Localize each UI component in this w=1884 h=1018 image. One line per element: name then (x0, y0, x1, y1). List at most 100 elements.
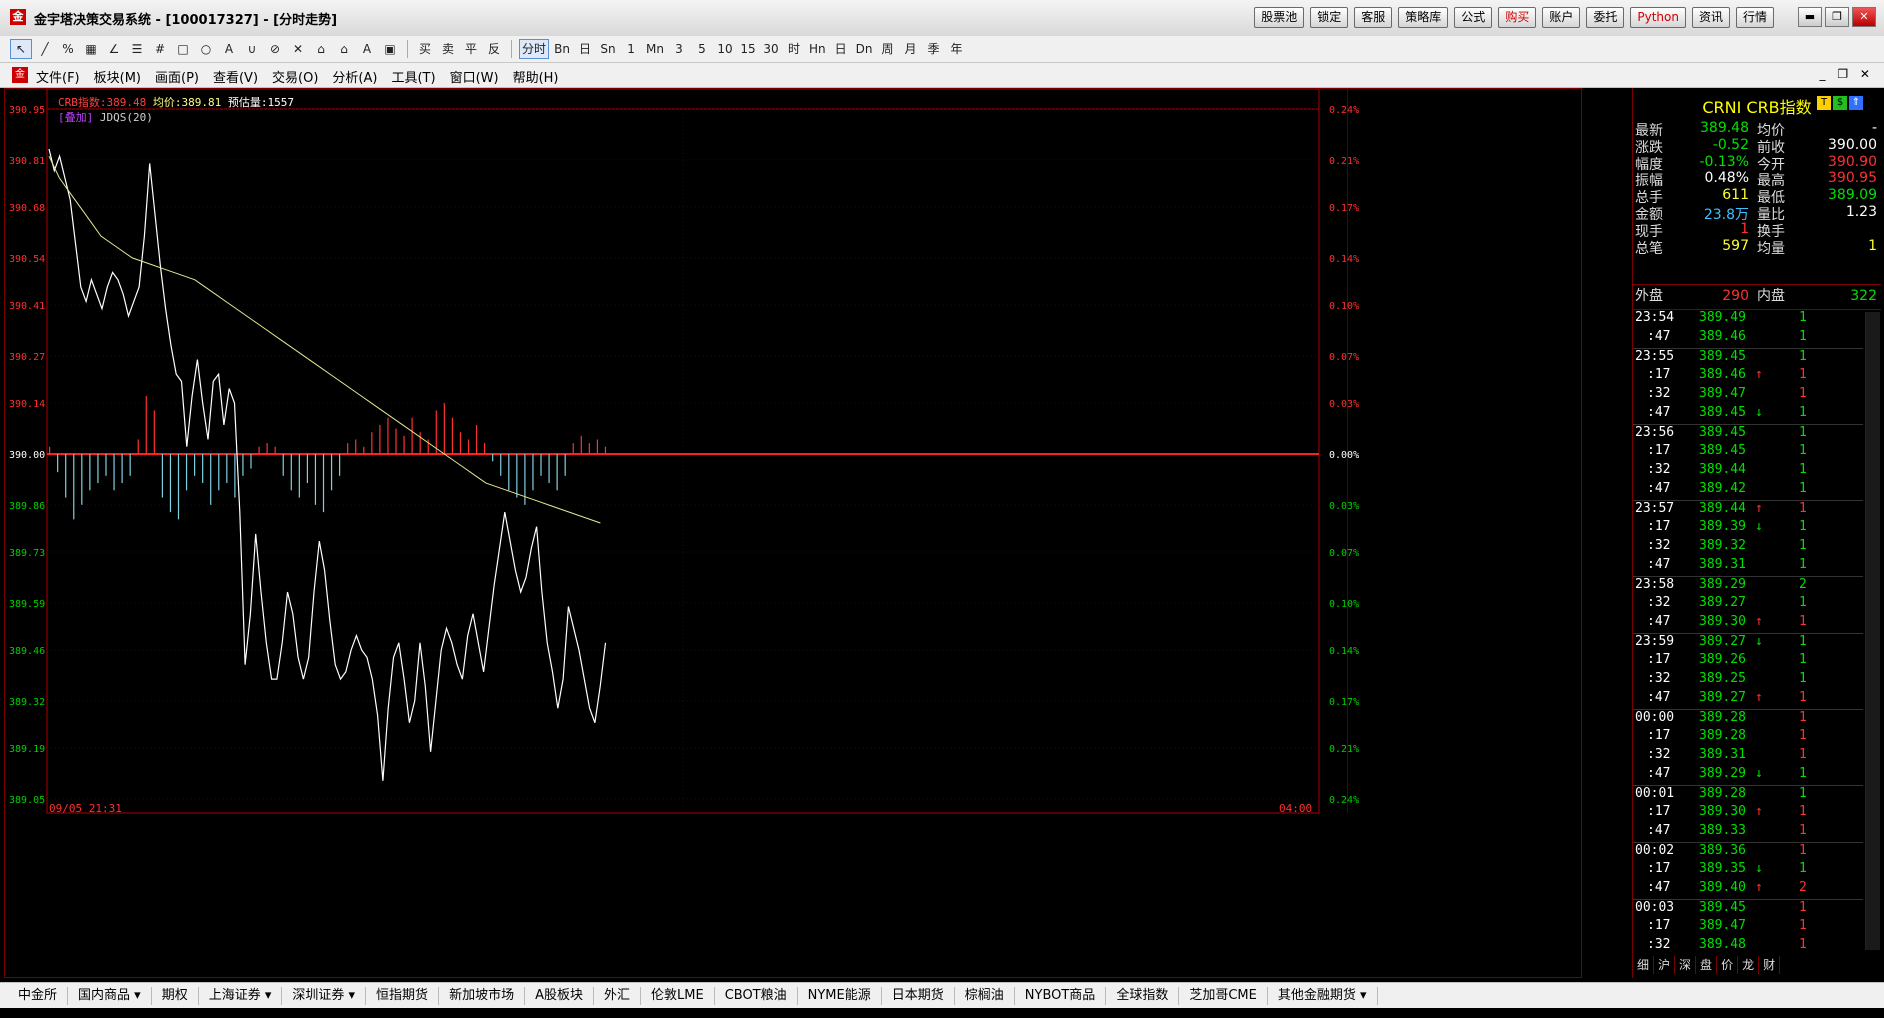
market-tab-3[interactable]: 上海证券 ▾ (199, 987, 283, 1005)
menu-item-2[interactable]: 画面(P) (155, 67, 199, 86)
menu-item-6[interactable]: 工具(T) (391, 67, 435, 86)
tick-row[interactable]: :47 389.42 1 (1633, 481, 1863, 500)
tick-row[interactable]: :32 389.25 1 (1633, 671, 1863, 690)
market-tab-16[interactable]: 芝加哥CME (1179, 987, 1268, 1005)
maximize-button[interactable]: ❐ (1825, 7, 1849, 27)
menu-item-1[interactable]: 板块(M) (94, 67, 141, 86)
tool-icon-5[interactable]: ☰ (127, 40, 147, 58)
tick-row[interactable]: :47 389.31 1 (1633, 557, 1863, 576)
market-tab-13[interactable]: 棕榈油 (955, 987, 1015, 1005)
quote-tab-4[interactable]: 价 (1717, 956, 1739, 974)
tick-row[interactable]: :17 389.46 ↑ 1 (1633, 367, 1863, 386)
tick-row[interactable]: :47 389.46 1 (1633, 329, 1863, 348)
menu-item-8[interactable]: 帮助(H) (513, 67, 559, 86)
menu-item-5[interactable]: 分析(A) (332, 67, 377, 86)
close-button[interactable]: ✕ (1852, 7, 1876, 27)
tick-row[interactable]: :32 389.32 1 (1633, 538, 1863, 557)
period-button-15[interactable]: 周 (877, 40, 897, 58)
period-button-13[interactable]: 日 (831, 40, 851, 58)
tick-row[interactable]: :17 389.30 ↑ 1 (1633, 804, 1863, 823)
menu-item-0[interactable]: 文件(F) (36, 67, 80, 86)
quote-tab-3[interactable]: 盘 (1696, 956, 1718, 974)
intraday-chart[interactable]: 390.95 0.24% 390.81 0.21% 390.68 0.17% 390.54 0… (4, 88, 1582, 978)
quote-tab-5[interactable]: 龙 (1738, 956, 1760, 974)
period-button-0[interactable]: 分时 (519, 39, 550, 59)
title-button-10[interactable]: 行情 (1735, 7, 1774, 28)
tick-row[interactable]: 23:55 389.45 1 (1633, 348, 1863, 368)
market-tab-15[interactable]: 全球指数 (1106, 987, 1180, 1005)
minimize-button[interactable]: ▬ (1798, 7, 1822, 27)
period-button-17[interactable]: 季 (923, 40, 943, 58)
tick-row[interactable]: 00:00 389.28 1 (1633, 709, 1863, 729)
title-button-7[interactable]: 委托 (1586, 7, 1625, 28)
market-tab-12[interactable]: 日本期货 (882, 987, 955, 1005)
tool-icon-13[interactable]: ⌂ (311, 40, 331, 58)
period-button-2[interactable]: 日 (575, 40, 595, 58)
title-button-4[interactable]: 公式 (1454, 7, 1493, 28)
tick-row[interactable]: :47 389.27 ↑ 1 (1633, 690, 1863, 709)
tool-icon-16[interactable]: ▣ (380, 40, 400, 58)
tool-icon-9[interactable]: A (219, 40, 239, 58)
market-tab-1[interactable]: 国内商品 ▾ (68, 987, 152, 1005)
tick-row[interactable]: :17 389.45 1 (1633, 443, 1863, 462)
menu-item-4[interactable]: 交易(O) (272, 67, 318, 86)
t-icon[interactable]: T (1817, 96, 1831, 110)
tool-icon-14[interactable]: ⌂ (334, 40, 354, 58)
tick-row[interactable]: 23:58 389.29 2 (1633, 576, 1863, 596)
tool-icon-12[interactable]: ✕ (288, 40, 308, 58)
tick-row[interactable]: :17 389.39 ↓ 1 (1633, 519, 1863, 538)
market-tab-9[interactable]: 伦敦LME (641, 987, 715, 1005)
market-tab-2[interactable]: 期权 (152, 987, 199, 1005)
title-button-6[interactable]: 账户 (1542, 7, 1581, 28)
menu-item-7[interactable]: 窗口(W) (450, 67, 499, 86)
title-button-8[interactable]: Python (1630, 7, 1686, 28)
tick-list[interactable]: 23:54 389.49 1:47 389.46 1 23:55 389.45 1:17 389… (1633, 310, 1881, 952)
period-button-1[interactable]: Bn (552, 40, 572, 58)
tick-row[interactable]: 00:01 389.28 1 (1633, 785, 1863, 805)
period-button-6[interactable]: 3 (669, 40, 689, 58)
period-button-14[interactable]: Dn (854, 40, 875, 58)
title-button-3[interactable]: 策略库 (1398, 7, 1449, 28)
tick-row[interactable]: 23:59 389.27 ↓ 1 (1633, 633, 1863, 653)
tool-icon-2[interactable]: % (58, 40, 78, 58)
period-button-18[interactable]: 年 (946, 40, 966, 58)
period-button-5[interactable]: Mn (644, 40, 666, 58)
market-tab-0[interactable]: 中金所 (8, 987, 69, 1005)
tick-row[interactable]: :32 389.47 1 (1633, 386, 1863, 405)
tick-row[interactable]: :32 389.48 1 (1633, 937, 1863, 956)
tick-row[interactable]: :17 389.47 1 (1633, 918, 1863, 937)
tool-icon-11[interactable]: ⊘ (265, 40, 285, 58)
market-tab-14[interactable]: NYBOT商品 (1015, 987, 1107, 1005)
tool-icon-1[interactable]: ╱ (35, 40, 55, 58)
market-tab-5[interactable]: 恒指期货 (366, 987, 440, 1005)
period-button-8[interactable]: 10 (715, 40, 735, 58)
tick-row[interactable]: :32 389.44 1 (1633, 462, 1863, 481)
trade-action-3[interactable]: 反 (484, 40, 504, 58)
s-icon[interactable]: $ (1833, 96, 1847, 110)
title-button-5[interactable]: 购买 (1498, 7, 1537, 28)
trade-action-1[interactable]: 卖 (438, 40, 458, 58)
tick-row[interactable]: :47 389.30 ↑ 1 (1633, 614, 1863, 633)
tick-scrollbar[interactable] (1865, 312, 1880, 950)
period-button-3[interactable]: Sn (598, 40, 618, 58)
tool-icon-4[interactable]: ∠ (104, 40, 124, 58)
period-button-9[interactable]: 15 (738, 40, 758, 58)
quote-tab-1[interactable]: 沪 (1654, 956, 1676, 974)
tick-row[interactable]: :17 389.26 1 (1633, 652, 1863, 671)
title-button-9[interactable]: 资讯 (1691, 7, 1730, 28)
quote-tab-2[interactable]: 深 (1675, 956, 1697, 974)
period-button-16[interactable]: 月 (900, 40, 920, 58)
title-button-2[interactable]: 客服 (1354, 7, 1393, 28)
tick-row[interactable]: :47 389.33 1 (1633, 823, 1863, 842)
tool-icon-7[interactable]: □ (173, 40, 193, 58)
tick-row[interactable]: :47 389.29 ↓ 1 (1633, 766, 1863, 785)
quote-tab-6[interactable]: 财 (1759, 956, 1781, 974)
tool-icon-8[interactable]: ○ (196, 40, 216, 58)
market-tab-7[interactable]: A股板块 (525, 987, 594, 1005)
tick-row[interactable]: :47 389.45 ↓ 1 (1633, 405, 1863, 424)
market-tab-4[interactable]: 深圳证券 ▾ (282, 987, 367, 1005)
mdi-controls[interactable]: _ ❐ ✕ (1820, 67, 1874, 81)
tick-row[interactable]: 00:03 389.45 1 (1633, 899, 1863, 919)
tick-row[interactable]: :17 389.28 1 (1633, 728, 1863, 747)
tick-row[interactable]: :32 389.31 1 (1633, 747, 1863, 766)
